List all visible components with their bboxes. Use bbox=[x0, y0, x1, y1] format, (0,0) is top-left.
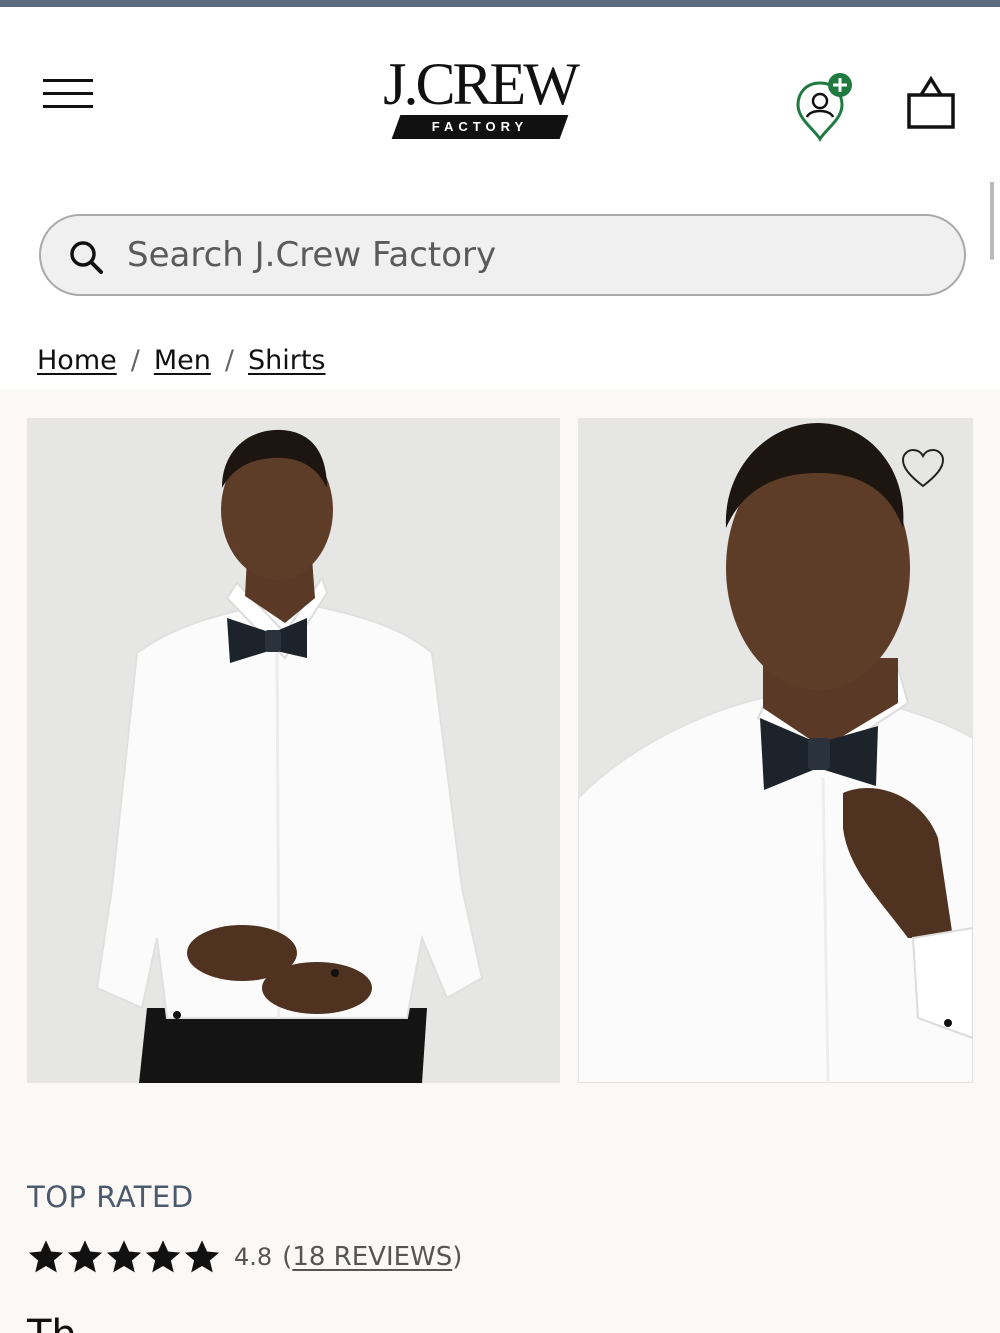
shopping-bag-icon[interactable] bbox=[900, 75, 962, 135]
star-icon bbox=[145, 1240, 181, 1273]
star-icon bbox=[184, 1240, 220, 1273]
product-rating: 4.8 (18 REVIEWS) bbox=[27, 1235, 462, 1279]
star-icon bbox=[67, 1240, 103, 1273]
breadcrumb-shirts[interactable]: Shirts bbox=[248, 345, 326, 376]
product-description: Th bbox=[27, 1312, 77, 1333]
rating-stars bbox=[27, 1238, 222, 1276]
account-pin-plus-icon bbox=[796, 73, 852, 142]
reviews-link[interactable]: 18 REVIEWS bbox=[292, 1242, 452, 1272]
search-input[interactable] bbox=[127, 230, 927, 280]
jcrew-factory-logo[interactable]: J.CREW FACTORY bbox=[362, 53, 598, 145]
search-icon[interactable] bbox=[67, 238, 105, 276]
star-icon bbox=[106, 1240, 142, 1273]
account-icon[interactable] bbox=[792, 71, 862, 143]
reviews-link-wrapper: (18 REVIEWS) bbox=[282, 1242, 463, 1272]
search-bar[interactable] bbox=[39, 214, 966, 296]
product-image-front[interactable] bbox=[27, 418, 560, 1083]
breadcrumb-separator: / bbox=[224, 344, 234, 376]
site-header: J.CREW FACTORY bbox=[0, 7, 1000, 182]
top-accent-bar bbox=[0, 0, 1000, 7]
logo-subtext: FACTORY bbox=[431, 119, 529, 134]
logo-wordmark: J.CREW bbox=[383, 51, 580, 117]
wishlist-heart-icon[interactable] bbox=[900, 448, 946, 490]
top-rated-badge: TOP RATED bbox=[27, 1180, 194, 1214]
rating-value: 4.8 bbox=[234, 1243, 273, 1271]
star-icon bbox=[28, 1240, 64, 1273]
product-image-closeup[interactable] bbox=[578, 418, 973, 1083]
hamburger-menu-icon[interactable] bbox=[40, 77, 96, 113]
breadcrumb-separator: / bbox=[130, 344, 140, 376]
product-section: TOP RATED 4.8 (18 REVIEWS) Th bbox=[0, 390, 1000, 1333]
breadcrumb-home[interactable]: Home bbox=[37, 345, 117, 376]
breadcrumb: Home / Men / Shirts bbox=[37, 340, 326, 380]
breadcrumb-men[interactable]: Men bbox=[154, 345, 211, 376]
